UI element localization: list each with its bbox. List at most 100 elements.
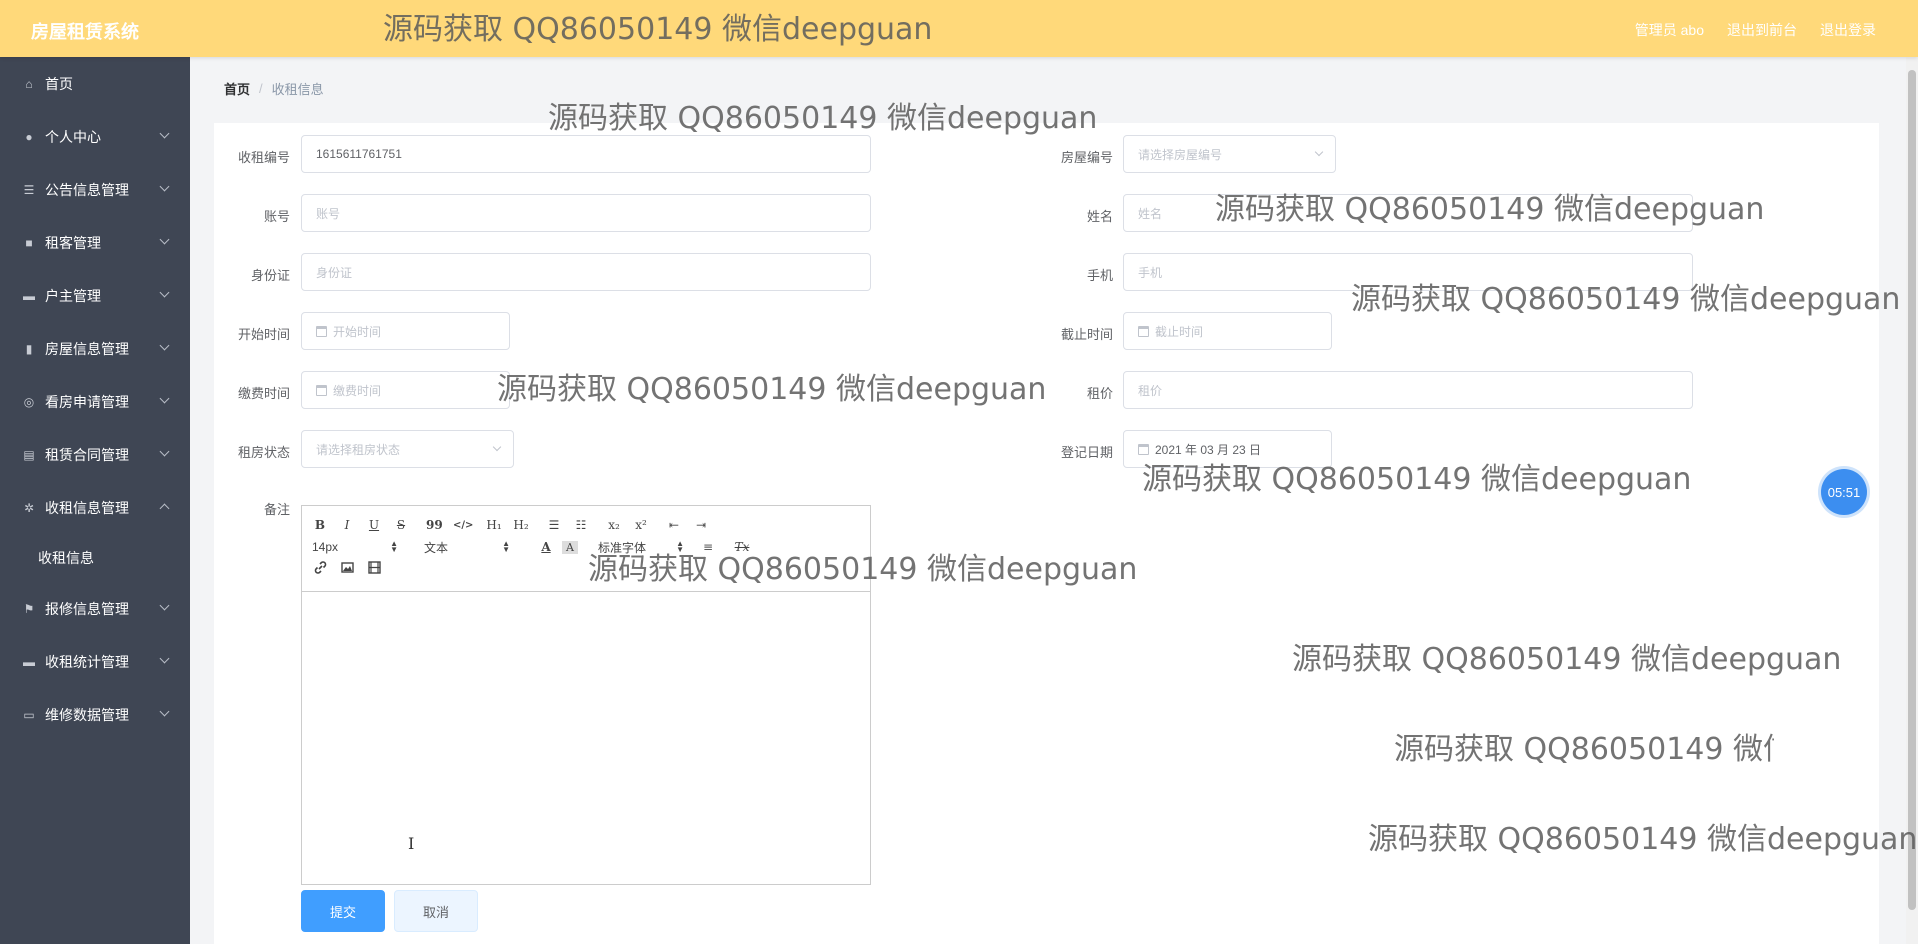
- superscript-button[interactable]: x²: [633, 518, 649, 532]
- video-icon[interactable]: [366, 561, 382, 577]
- updown-icon: ▲ ▼: [390, 539, 398, 554]
- sidebar-item-label: 首页: [45, 75, 73, 92]
- block-type-select[interactable]: 文本 ▲ ▼: [424, 539, 510, 556]
- sidebar-item-lease-contract[interactable]: ▤ 租赁合同管理: [0, 428, 190, 481]
- sidebar-item-label: 户主管理: [45, 287, 101, 304]
- rent-status-label: 租房状态: [237, 445, 290, 460]
- id-card-label: 身份证: [250, 268, 290, 283]
- house-no-select[interactable]: 请选择房屋编号: [1123, 135, 1336, 173]
- pay-time-label: 缴费时间: [237, 386, 290, 401]
- house-no-label: 房屋编号: [1060, 150, 1113, 165]
- sidebar-item-house-info[interactable]: ▮ 房屋信息管理: [0, 322, 190, 375]
- clear-format-button[interactable]: Tx: [734, 540, 750, 554]
- camera-icon: ■: [25, 235, 33, 250]
- breadcrumb-home[interactable]: 首页: [224, 79, 250, 98]
- outdent-button[interactable]: ⇤: [666, 518, 682, 532]
- bold-button[interactable]: B: [312, 518, 328, 532]
- italic-button[interactable]: I: [339, 518, 355, 532]
- font-color-button[interactable]: A: [538, 540, 554, 554]
- chevron-down-icon: [159, 446, 170, 457]
- admin-user-link[interactable]: 管理员 abo: [1635, 20, 1704, 40]
- sidebar-item-notice[interactable]: ☰ 公告信息管理: [0, 163, 190, 216]
- sidebar-item-repair[interactable]: ⚑ 报修信息管理: [0, 582, 190, 635]
- chevron-down-icon: [159, 181, 170, 192]
- sidebar-item-owner[interactable]: ▬ 户主管理: [0, 269, 190, 322]
- floating-timer[interactable]: 05:51: [1821, 469, 1867, 515]
- code-block-button[interactable]: </>: [453, 520, 473, 531]
- phone-input[interactable]: 手机: [1123, 253, 1693, 291]
- updown-icon: ▲ ▼: [676, 539, 684, 554]
- subscript-button[interactable]: x₂: [606, 518, 622, 532]
- sidebar: ⌂ 首页 ● 个人中心 ☰ 公告信息管理 ■ 租客管理 ▬ 户主管理 ▮ 房屋信…: [0, 57, 190, 944]
- rent-price-input[interactable]: 租价: [1123, 371, 1693, 409]
- indent-button[interactable]: ⇥: [693, 518, 709, 532]
- breadcrumb: 首页 / 收租信息: [214, 71, 1868, 105]
- sidebar-item-label: 房屋信息管理: [45, 340, 129, 357]
- ordered-list-button[interactable]: ☰: [546, 518, 562, 532]
- align-button[interactable]: ≡: [700, 540, 716, 554]
- link-icon[interactable]: [312, 561, 328, 577]
- sidebar-item-rent-stats[interactable]: ▬ 收租统计管理: [0, 635, 190, 688]
- submit-button[interactable]: 提交: [301, 890, 385, 932]
- chevron-down-icon: [1314, 147, 1324, 157]
- sidebar-item-viewing-request[interactable]: ◎ 看房申请管理: [0, 375, 190, 428]
- blockquote-button[interactable]: 99: [426, 518, 443, 532]
- house-no-placeholder: 请选择房屋编号: [1138, 147, 1223, 162]
- calendar-icon: [316, 325, 327, 337]
- name-input[interactable]: 姓名: [1123, 194, 1693, 232]
- pay-time-picker[interactable]: 缴费时间: [301, 371, 510, 409]
- sidebar-item-home[interactable]: ⌂ 首页: [0, 57, 190, 110]
- rent-status-select[interactable]: 请选择租房状态: [301, 430, 514, 468]
- sidebar-subitem-rent-info[interactable]: 收租信息: [0, 534, 190, 582]
- app-brand: 房屋租赁系统: [31, 22, 139, 42]
- sidebar-item-label: 收租信息管理: [45, 499, 129, 516]
- back-to-frontend-link[interactable]: 退出到前台: [1727, 20, 1797, 40]
- chevron-down-icon: [159, 128, 170, 139]
- bullet-list-button[interactable]: ☷: [573, 518, 589, 532]
- sidebar-item-maintenance-data[interactable]: ▭ 维修数据管理: [0, 688, 190, 741]
- font-size-select[interactable]: 14px ▲ ▼: [312, 539, 398, 555]
- background-color-button[interactable]: A: [562, 540, 578, 554]
- rent-no-input[interactable]: 1615611761751: [301, 135, 871, 173]
- header2-button[interactable]: H₂: [513, 518, 529, 532]
- end-time-label: 截止时间: [1060, 327, 1113, 342]
- scrollbar-thumb[interactable]: [1908, 70, 1916, 910]
- chevron-up-icon: [159, 503, 170, 514]
- font-family-select[interactable]: 标准字体 ▲ ▼: [598, 539, 684, 556]
- editor-content-area[interactable]: [302, 592, 870, 884]
- chevron-down-icon: [492, 442, 502, 452]
- font-family-value: 标准字体: [598, 540, 647, 555]
- toolbar-row-media: [312, 558, 860, 580]
- rent-price-label: 租价: [1086, 386, 1113, 401]
- chevron-down-icon: [159, 287, 170, 298]
- sidebar-item-tenant[interactable]: ■ 租客管理: [0, 216, 190, 269]
- sidebar-item-label: 公告信息管理: [45, 181, 129, 198]
- breadcrumb-current: 收租信息: [271, 81, 324, 97]
- start-time-picker[interactable]: 开始时间: [301, 312, 510, 350]
- sidebar-item-label: 收租统计管理: [45, 653, 129, 670]
- chevron-down-icon: [159, 234, 170, 245]
- sidebar-item-personal-center[interactable]: ● 个人中心: [0, 110, 190, 163]
- header1-button[interactable]: H₁: [486, 518, 502, 532]
- top-bar: 房屋租赁系统 管理员 abo 退出到前台 退出登录: [0, 0, 1918, 57]
- account-label: 账号: [263, 209, 290, 224]
- toolbar-row-format: B I U S 99 </> H₁ H₂ ☰ ☷ x₂ x² ⇤ ⇥: [312, 514, 860, 536]
- sidebar-item-rent-collection[interactable]: ✲ 收租信息管理: [0, 481, 190, 534]
- logout-link[interactable]: 退出登录: [1820, 20, 1876, 40]
- monitor-icon: ▬: [23, 288, 35, 303]
- start-time-label: 开始时间: [237, 327, 290, 342]
- image-icon[interactable]: [339, 561, 355, 577]
- sidebar-item-label: 租赁合同管理: [45, 446, 129, 463]
- phone-label: 手机: [1086, 268, 1113, 283]
- end-time-picker[interactable]: 截止时间: [1123, 312, 1332, 350]
- block-type-value: 文本: [424, 540, 449, 555]
- register-date-value: 2021 年 03 月 23 日: [1155, 442, 1262, 457]
- underline-button[interactable]: U: [366, 518, 382, 532]
- rent-status-placeholder: 请选择租房状态: [316, 442, 401, 457]
- sidebar-item-label: 个人中心: [45, 128, 101, 145]
- id-card-input[interactable]: 身份证: [301, 253, 871, 291]
- cancel-button[interactable]: 取消: [394, 890, 478, 932]
- register-date-picker[interactable]: 2021 年 03 月 23 日: [1123, 430, 1332, 468]
- account-input[interactable]: 账号: [301, 194, 871, 232]
- strike-button[interactable]: S: [393, 518, 409, 532]
